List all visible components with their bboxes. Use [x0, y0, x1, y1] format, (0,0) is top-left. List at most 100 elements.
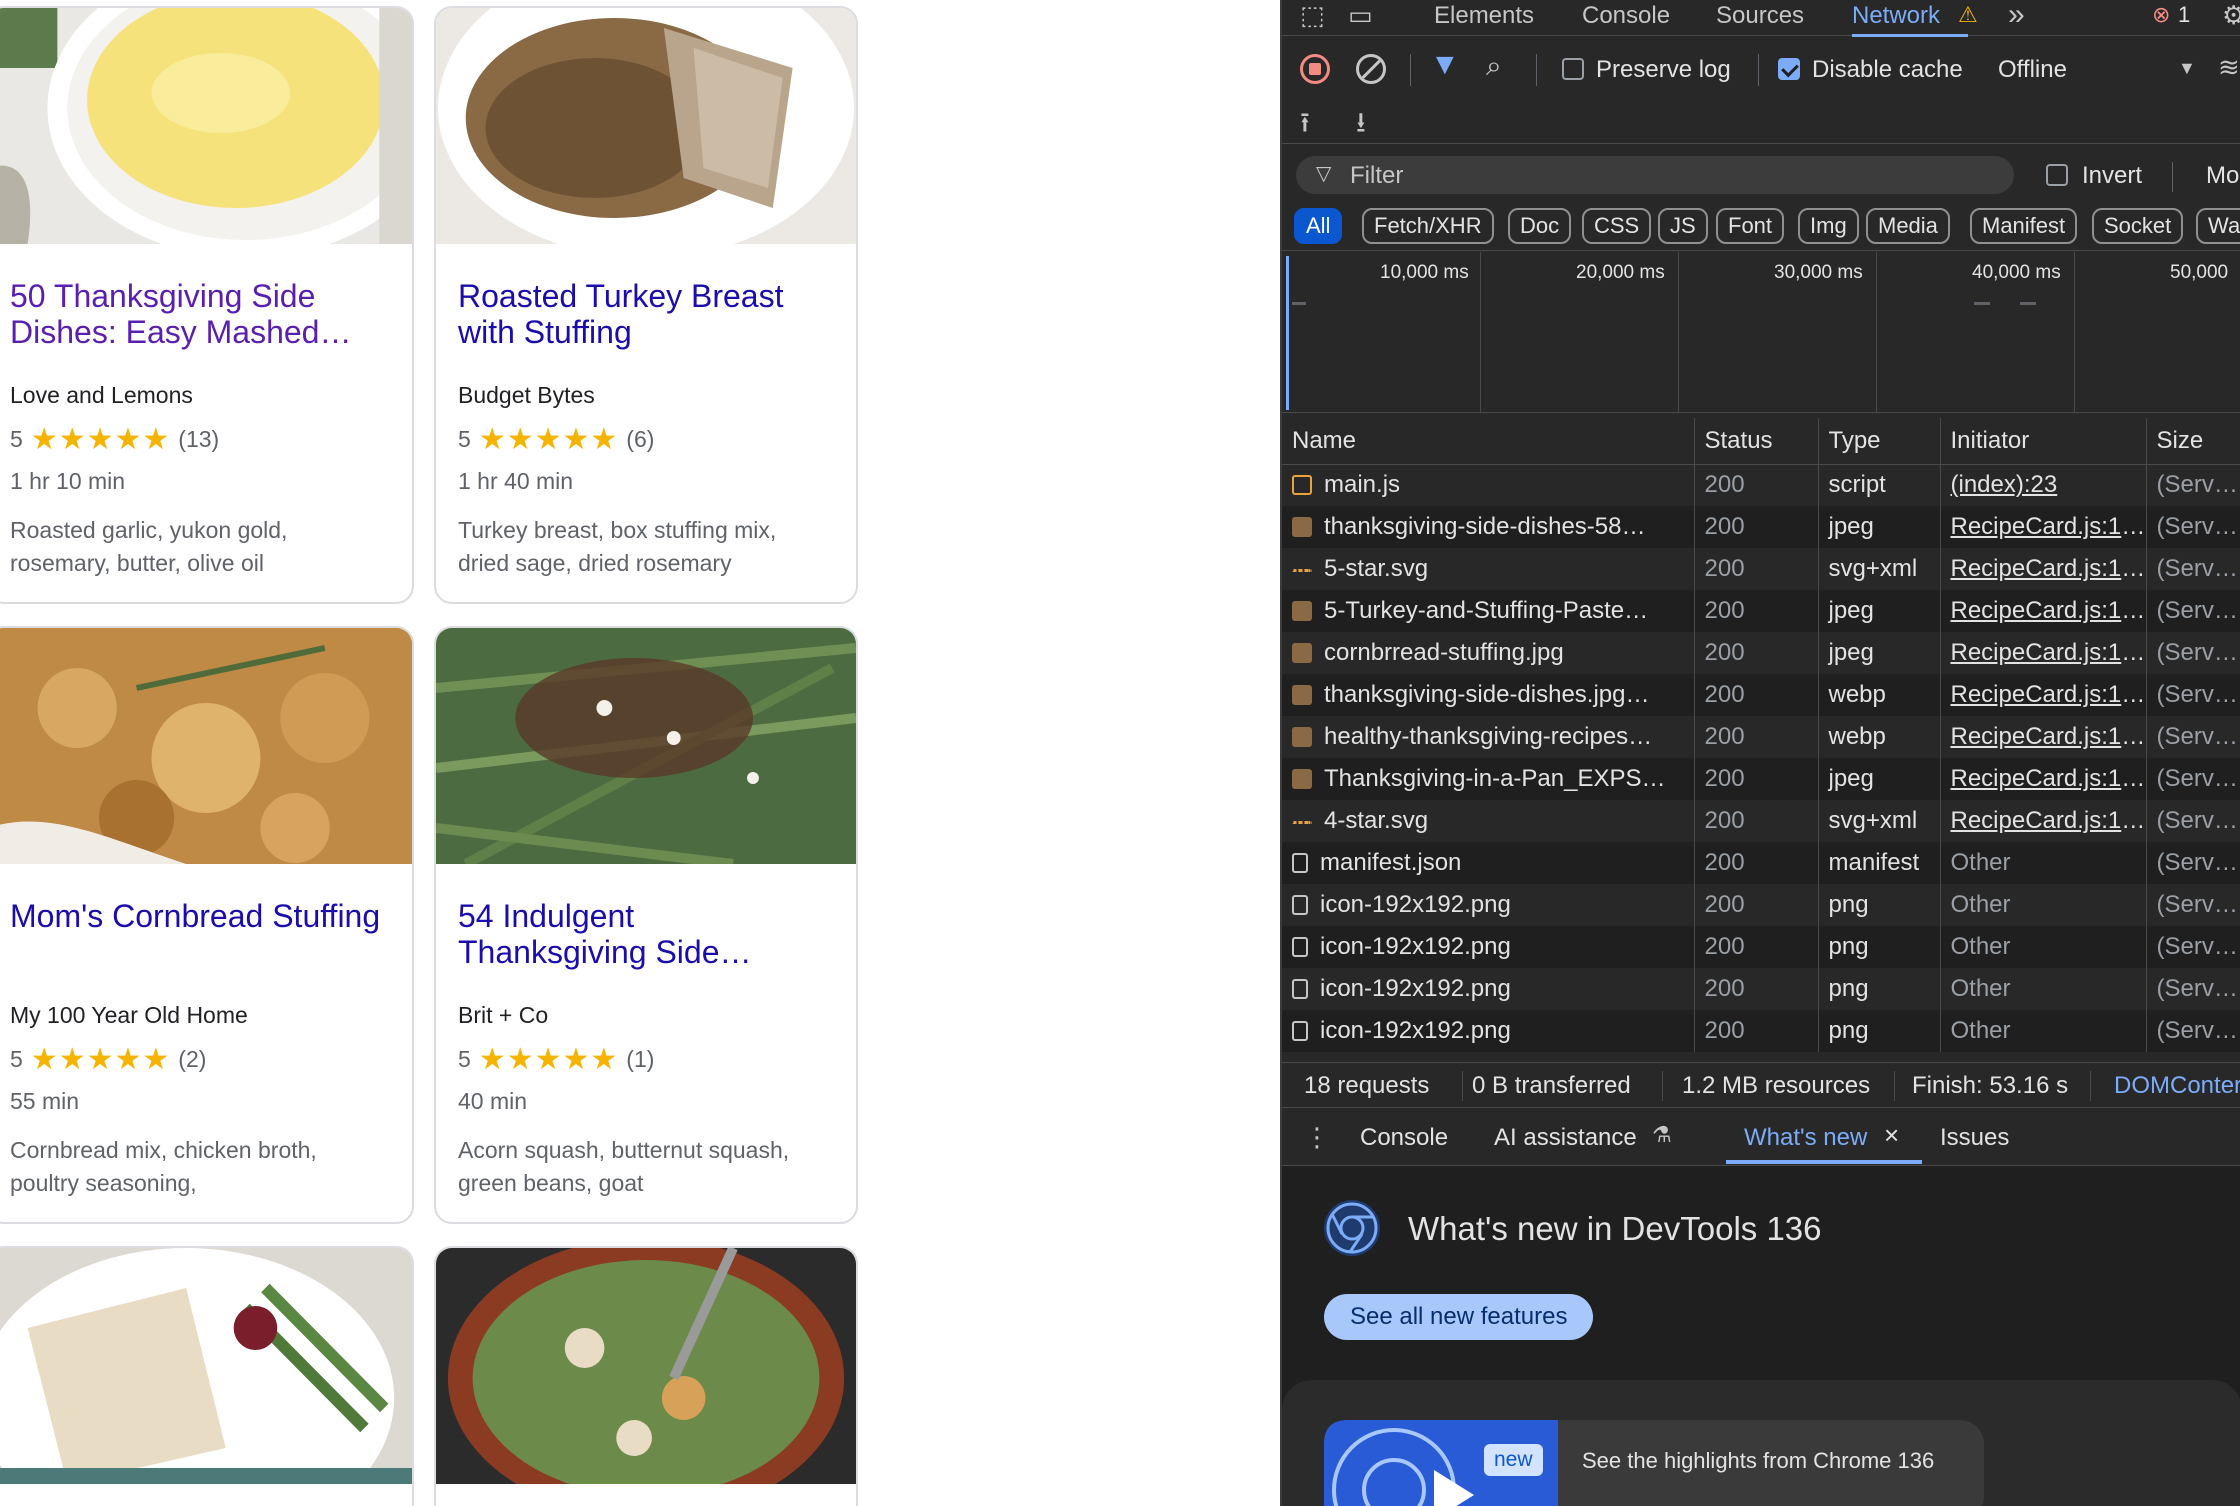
table-row[interactable]: cornbrread-stuffing.jpg 200 jpeg RecipeCard… [1282, 632, 2240, 674]
chip-js[interactable]: JS [1658, 208, 1708, 244]
request-initiator[interactable]: RecipeCard.js:128 [1940, 548, 2147, 590]
stop-recording-icon[interactable] [1300, 54, 1330, 84]
request-name-cell[interactable]: main.js [1282, 464, 1695, 506]
see-all-new-features-button[interactable]: See all new features [1324, 1294, 1594, 1340]
request-name-cell[interactable]: thanksgiving-side-dishes-58… [1282, 506, 1695, 548]
table-row[interactable]: 5-Turkey-and-Stuffing-Paste… 200 jpeg Recip… [1282, 590, 2240, 632]
request-initiator[interactable]: RecipeCard.js:128 [1940, 800, 2147, 842]
highlight-text: See the highlights from Chrome 136 [1582, 1448, 1935, 1473]
request-name-cell[interactable]: manifest.json [1282, 842, 1695, 884]
recipe-title-link[interactable]: Roasted Turkey Breast with Stuffing [458, 278, 828, 350]
request-name-cell[interactable]: thanksgiving-side-dishes.jpg… [1282, 674, 1695, 716]
recipe-title-link[interactable]: 54 Indulgent Thanksgiving Side… [458, 898, 828, 970]
request-name-cell[interactable]: healthy-thanksgiving-recipes… [1282, 716, 1695, 758]
chip-fetch-xhr[interactable]: Fetch/XHR [1362, 208, 1494, 244]
error-icon[interactable]: ⊗ [2152, 2, 2170, 28]
drawer-tab-ai-assistance[interactable]: AI assistance [1494, 1124, 1637, 1152]
disable-cache-label[interactable]: Disable cache [1812, 56, 1963, 84]
tab-network[interactable]: Network [1852, 2, 1940, 30]
table-row[interactable]: icon-192x192.png 200pngOther(Servic… [1282, 884, 2240, 926]
request-initiator[interactable]: RecipeCard.js:128 [1940, 506, 2147, 548]
recipe-title-link[interactable]: Mom's Cornbread Stuffing [10, 898, 384, 934]
request-name-cell[interactable]: cornbrread-stuffing.jpg [1282, 632, 1695, 674]
request-initiator[interactable]: (index):23 [1940, 464, 2147, 506]
request-name-cell[interactable]: icon-192x192.png [1282, 1010, 1695, 1052]
request-name-cell[interactable]: Thanksgiving-in-a-Pan_EXPS… [1282, 758, 1695, 800]
network-conditions-icon[interactable]: ≋ [2218, 52, 2240, 83]
disable-cache-checkbox[interactable] [1778, 58, 1800, 80]
request-name-cell[interactable]: 5-star.svg [1282, 548, 1695, 590]
close-icon[interactable]: × [1884, 1120, 1899, 1151]
column-header-status[interactable]: Status [1694, 418, 1819, 465]
column-header-size[interactable]: Size [2146, 418, 2240, 465]
chip-manifest[interactable]: Manifest [1970, 208, 2078, 244]
more-tabs-icon[interactable]: » [2008, 0, 2025, 32]
chip-css[interactable]: CSS [1582, 208, 1652, 244]
chip-socket[interactable]: Socket [2092, 208, 2184, 244]
table-row[interactable]: thanksgiving-side-dishes-58… 200 jpeg Recip… [1282, 506, 2240, 548]
rating-value: 5 [10, 426, 23, 452]
export-har-icon[interactable]: ⭳ [1356, 102, 1366, 150]
more-filters-button[interactable]: Mo [2206, 162, 2239, 190]
preserve-log-label[interactable]: Preserve log [1596, 56, 1731, 84]
highlight-card[interactable]: new See the highlights from Chrome 136 [1324, 1420, 1984, 1506]
request-initiator[interactable]: RecipeCard.js:128 [1940, 590, 2147, 632]
invert-label[interactable]: Invert [2082, 162, 2142, 190]
recipe-card[interactable]: Mom's Cornbread Stuffing My 100 Year Old… [0, 626, 414, 1224]
table-row[interactable]: main.js 200script(index):23(Servic… [1282, 464, 2240, 506]
recipe-title-link[interactable]: 50 Thanksgiving Side Dishes: Easy Mashed… [10, 278, 384, 350]
column-header-initiator[interactable]: Initiator [1940, 418, 2147, 465]
chip-font[interactable]: Font [1716, 208, 1785, 244]
chip-media[interactable]: Media [1866, 208, 1950, 244]
settings-gear-icon[interactable]: ⚙ [2222, 0, 2240, 31]
table-row[interactable]: manifest.json 200manifestOther(Servic… [1282, 842, 2240, 884]
request-name-cell[interactable]: icon-192x192.png [1282, 884, 1695, 926]
table-row[interactable]: 5-star.svg 200 svg+xml RecipeCard.js:128 (Se… [1282, 548, 2240, 590]
tab-elements[interactable]: Elements [1434, 2, 1534, 30]
import-har-icon[interactable]: ⭱ [1300, 102, 1310, 150]
drawer-tab-whats-new[interactable]: What's new [1744, 1124, 1867, 1152]
throttling-select[interactable]: Offline [1998, 56, 2067, 84]
search-icon[interactable]: ⌕ [1486, 50, 1502, 83]
inspect-element-icon[interactable]: ⬚ [1300, 0, 1325, 31]
request-name-cell[interactable]: 4-star.svg [1282, 800, 1695, 842]
chip-img[interactable]: Img [1798, 208, 1859, 244]
request-initiator[interactable]: RecipeCard.js:128 [1940, 758, 2147, 800]
column-header-type[interactable]: Type [1818, 418, 1941, 465]
recipe-card[interactable] [434, 1246, 858, 1506]
recipe-card[interactable]: 50 Thanksgiving Side Dishes: Easy Mashed… [0, 6, 414, 604]
drawer-tab-console[interactable]: Console [1360, 1124, 1448, 1152]
table-row[interactable]: 4-star.svg 200 svg+xml RecipeCard.js:128 (Se… [1282, 800, 2240, 842]
table-row[interactable]: Thanksgiving-in-a-Pan_EXPS… 200 jpeg Recipe… [1282, 758, 2240, 800]
preserve-log-checkbox[interactable] [1562, 58, 1584, 80]
request-name-cell[interactable]: icon-192x192.png [1282, 968, 1695, 1010]
chip-doc[interactable]: Doc [1508, 208, 1572, 244]
request-initiator[interactable]: RecipeCard.js:128 [1940, 716, 2147, 758]
recipe-card[interactable]: Roasted Turkey Breast with Stuffing Budg… [434, 6, 858, 604]
drawer-menu-icon[interactable]: ⋮ [1304, 1122, 1330, 1153]
chip-all[interactable]: All [1294, 208, 1343, 244]
column-header-name[interactable]: Name [1282, 418, 1695, 465]
table-row[interactable]: icon-192x192.png 200pngOther(Servic… [1282, 1010, 2240, 1052]
request-initiator[interactable]: RecipeCard.js:128 [1940, 632, 2147, 674]
table-row[interactable]: icon-192x192.png 200pngOther(Servic… [1282, 968, 2240, 1010]
request-initiator[interactable]: RecipeCard.js:128 [1940, 674, 2147, 716]
invert-checkbox[interactable] [2046, 164, 2068, 186]
request-name-cell[interactable]: 5-Turkey-and-Stuffing-Paste… [1282, 590, 1695, 632]
drawer-tab-issues[interactable]: Issues [1940, 1124, 2009, 1152]
filter-input[interactable]: ▽ Filter [1296, 156, 2014, 194]
device-toolbar-icon[interactable]: ▭ [1348, 0, 1373, 31]
clear-icon[interactable] [1356, 54, 1386, 84]
chevron-down-icon[interactable]: ▼ [2178, 58, 2196, 79]
recipe-card[interactable]: 54 Indulgent Thanksgiving Side… Brit + C… [434, 626, 858, 1224]
request-name-cell[interactable]: icon-192x192.png [1282, 926, 1695, 968]
tab-console[interactable]: Console [1582, 2, 1670, 30]
recipe-cook-time: 1 hr 10 min [10, 468, 126, 494]
chip-wasm[interactable]: Wa [2196, 208, 2240, 244]
tab-sources[interactable]: Sources [1716, 2, 1804, 30]
table-row[interactable]: icon-192x192.png 200pngOther(Servic… [1282, 926, 2240, 968]
table-row[interactable]: healthy-thanksgiving-recipes… 200 webp Reci… [1282, 716, 2240, 758]
table-row[interactable]: thanksgiving-side-dishes.jpg… 200 webp Reci… [1282, 674, 2240, 716]
recipe-card[interactable] [0, 1246, 414, 1506]
filter-funnel-icon[interactable]: ▼ [1430, 48, 1460, 82]
